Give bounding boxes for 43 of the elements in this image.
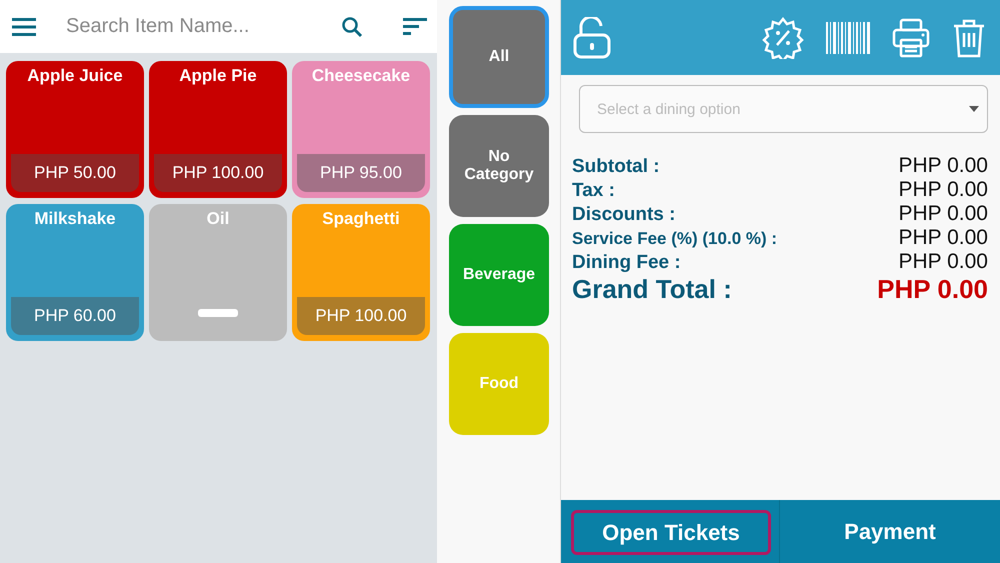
dropdown-caret-icon	[969, 106, 979, 112]
item-name: Spaghetti	[322, 209, 400, 230]
item-name: Milkshake	[34, 209, 116, 230]
sort-icon[interactable]	[403, 18, 427, 36]
item-tile[interactable]: Cheesecake PHP 95.00	[292, 61, 430, 198]
item-name: Oil	[206, 209, 230, 230]
total-value: PHP 0.00	[898, 154, 988, 178]
open-tickets-button[interactable]: Open Tickets	[571, 510, 771, 555]
item-name: Apple Pie	[179, 66, 257, 87]
item-tile[interactable]: Milkshake PHP 60.00	[6, 204, 144, 341]
item-price: PHP 100.00	[297, 297, 425, 335]
menu-icon[interactable]	[12, 16, 38, 36]
grand-total-label: Grand Total :	[572, 274, 732, 305]
total-value: PHP 0.00	[898, 178, 988, 202]
item-price: PHP 60.00	[11, 297, 139, 335]
no-price-bar	[198, 309, 238, 317]
total-value: PHP 0.00	[898, 226, 988, 250]
item-name: Apple Juice	[27, 66, 123, 87]
item-price: PHP 95.00	[297, 154, 425, 192]
total-label: Discounts :	[572, 204, 676, 226]
grand-total-value: PHP 0.00	[877, 274, 988, 305]
item-price: PHP 50.00	[11, 154, 139, 192]
total-value: PHP 0.00	[898, 250, 988, 274]
total-label: Tax :	[572, 180, 615, 202]
item-tile[interactable]: Apple Pie PHP 100.00	[149, 61, 287, 198]
category-tab[interactable]: No Category	[449, 115, 549, 217]
trash-icon[interactable]	[952, 18, 986, 58]
total-label: Subtotal :	[572, 156, 660, 178]
search-icon[interactable]	[341, 16, 363, 38]
printer-icon[interactable]	[892, 18, 930, 58]
unlock-icon[interactable]	[573, 16, 611, 58]
total-label: Service Fee (%) (10.0 %) :	[572, 229, 778, 249]
discount-icon[interactable]	[762, 16, 804, 58]
item-name: Cheesecake	[312, 66, 410, 87]
total-value: PHP 0.00	[898, 202, 988, 226]
item-tile[interactable]: Apple Juice PHP 50.00	[6, 61, 144, 198]
item-price: PHP 100.00	[154, 154, 282, 192]
barcode-icon[interactable]	[826, 22, 870, 54]
item-tile[interactable]: Spaghetti PHP 100.00	[292, 204, 430, 341]
category-tab[interactable]: All	[449, 6, 549, 108]
category-tab[interactable]: Beverage	[449, 224, 549, 326]
search-field[interactable]: Search Item Name...	[66, 15, 301, 38]
total-label: Dining Fee :	[572, 252, 681, 274]
